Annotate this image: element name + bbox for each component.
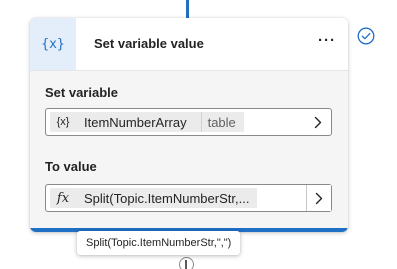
formula-chip: Split(Topic.ItemNumberStr,...: [76, 188, 258, 208]
check-circle-icon: [357, 27, 375, 45]
value-formula-field[interactable]: fx Split(Topic.ItemNumberStr,...: [45, 184, 332, 212]
card-header: {x} Set variable value ···: [30, 18, 348, 70]
variable-icon: {x}: [30, 18, 76, 70]
set-variable-node-card[interactable]: {x} Set variable value ··· Set variable …: [30, 18, 348, 232]
card-body: Set variable {x} ItemNumberArray table T…: [30, 70, 348, 229]
canvas: {x} Set variable value ··· Set variable …: [0, 0, 397, 269]
to-value-label: To value: [45, 159, 97, 174]
variable-chip: ItemNumberArray table: [76, 112, 244, 132]
variable-type: table: [200, 112, 236, 132]
set-variable-label: Set variable: [45, 85, 118, 100]
node-title: Set variable value: [94, 36, 204, 51]
variable-select-field[interactable]: {x} ItemNumberArray table: [45, 108, 332, 136]
formula-fx-icon: fx: [50, 188, 76, 208]
more-options-button[interactable]: ···: [318, 32, 336, 49]
formula-tooltip: Split(Topic.ItemNumberStr,","): [77, 231, 241, 255]
variable-name: ItemNumberArray: [84, 114, 187, 130]
add-node-connector[interactable]: [179, 257, 194, 269]
formula-expression: Split(Topic.ItemNumberStr,...: [84, 190, 250, 206]
connector-line-top: [186, 0, 189, 18]
variable-icon: {x}: [50, 112, 76, 132]
chevron-right-icon[interactable]: [311, 114, 325, 130]
chevron-right-icon[interactable]: [306, 185, 331, 211]
